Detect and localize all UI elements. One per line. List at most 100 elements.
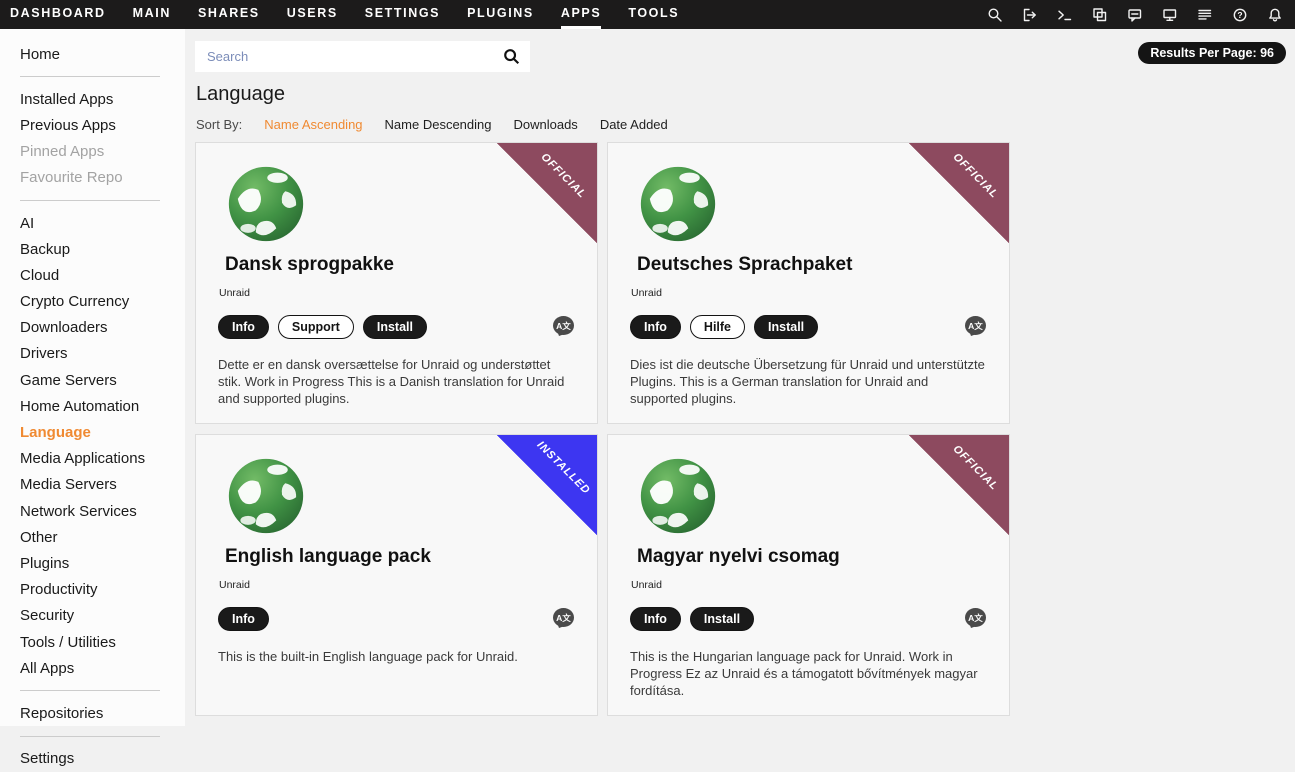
- sidebar-item-pinned-apps[interactable]: Pinned Apps: [20, 139, 185, 165]
- sort-option-name-descending[interactable]: Name Descending: [385, 117, 492, 132]
- results-per-page-badge[interactable]: Results Per Page: 96: [1138, 42, 1286, 64]
- sidebar-divider: [20, 690, 160, 691]
- install-button[interactable]: Install: [690, 607, 754, 631]
- app-title: English language pack: [225, 546, 575, 568]
- top-nav-menu: DASHBOARD MAIN SHARES USERS SETTINGS PLUGINS A…: [10, 0, 679, 29]
- app-card-grid: OFFICIAL Dansk sprogpakke Unraid Info Suppor…: [195, 142, 1010, 716]
- sidebar-item-repositories[interactable]: Repositories: [20, 700, 185, 726]
- info-button[interactable]: Info: [218, 315, 269, 339]
- sidebar-item-media-servers[interactable]: Media Servers: [20, 472, 185, 498]
- sidebar-item-ai[interactable]: AI: [20, 210, 185, 236]
- globe-icon: [637, 455, 719, 537]
- sidebar-item-crypto-currency[interactable]: Crypto Currency: [20, 289, 185, 315]
- sidebar-divider: [20, 200, 160, 201]
- sort-bar: Sort By: Name AscendingName DescendingDo…: [196, 117, 668, 132]
- sidebar-item-home[interactable]: Home: [20, 41, 185, 67]
- sidebar-item-security[interactable]: Security: [20, 603, 185, 629]
- support-button[interactable]: Support: [278, 315, 354, 339]
- app-description: Dies ist die deutsche Übersetzung für Un…: [630, 356, 987, 407]
- nav-tab-shares[interactable]: SHARES: [198, 0, 260, 29]
- sidebar-item-downloaders[interactable]: Downloaders: [20, 315, 185, 341]
- info-button[interactable]: Info: [218, 607, 269, 631]
- sidebar-item-backup[interactable]: Backup: [20, 236, 185, 262]
- search-icon[interactable]: [503, 48, 520, 65]
- sidebar-divider: [20, 736, 160, 737]
- app-author: Unraid: [219, 287, 575, 299]
- search-input[interactable]: [205, 48, 503, 65]
- app-title: Dansk sprogpakke: [225, 254, 575, 276]
- globe-icon: [637, 163, 719, 245]
- feedback-icon[interactable]: [1127, 7, 1143, 23]
- sidebar-divider: [20, 76, 160, 77]
- install-button[interactable]: Install: [363, 315, 427, 339]
- monitor-icon[interactable]: [1162, 7, 1178, 23]
- app-card-magyar-nyelvi-csomag: OFFICIALMagyar nyelvi csomagUnraidInfoIn…: [607, 434, 1010, 716]
- search-box[interactable]: [195, 41, 530, 72]
- sidebar-item-all-apps[interactable]: All Apps: [20, 655, 185, 681]
- notifications-icon[interactable]: [1267, 7, 1283, 23]
- nav-tab-dashboard[interactable]: DASHBOARD: [10, 0, 106, 29]
- top-nav: DASHBOARD MAIN SHARES USERS SETTINGS PLUGINS A…: [0, 0, 1295, 29]
- card-actions: Info Support Install A文: [218, 315, 575, 339]
- nav-tab-settings[interactable]: SETTINGS: [365, 0, 440, 29]
- sidebar-item-media-applications[interactable]: Media Applications: [20, 446, 185, 472]
- sort-option-name-ascending[interactable]: Name Ascending: [264, 117, 362, 132]
- sidebar-item-language[interactable]: Language: [20, 419, 185, 445]
- sidebar-item-settings[interactable]: Settings: [20, 746, 185, 772]
- sidebar-item-other[interactable]: Other: [20, 524, 185, 550]
- sidebar-item-tools-utilities[interactable]: Tools / Utilities: [20, 629, 185, 655]
- terminal-icon[interactable]: [1057, 7, 1073, 23]
- log-icon[interactable]: [1197, 7, 1213, 23]
- info-button[interactable]: Info: [630, 315, 681, 339]
- sidebar-item-installed-apps[interactable]: Installed Apps: [20, 86, 185, 112]
- help-icon[interactable]: ?: [1232, 7, 1248, 23]
- nav-tab-apps[interactable]: APPS: [561, 0, 601, 29]
- nav-tab-main[interactable]: MAIN: [133, 0, 171, 29]
- top-nav-icons: ?: [987, 7, 1283, 23]
- ribbon-official: OFFICIAL: [909, 143, 1009, 243]
- sidebar-item-game-servers[interactable]: Game Servers: [20, 367, 185, 393]
- sort-option-date-added[interactable]: Date Added: [600, 117, 668, 132]
- install-button[interactable]: Install: [754, 315, 818, 339]
- info-button[interactable]: Info: [630, 607, 681, 631]
- app-author: Unraid: [631, 287, 987, 299]
- app-description: Dette er en dansk oversættelse for Unrai…: [218, 356, 575, 407]
- globe-icon: [225, 163, 307, 245]
- app-author: Unraid: [631, 579, 987, 591]
- ribbon-official: OFFICIAL: [909, 435, 1009, 535]
- sort-options: Name Ascending Name Descending Downloads Da…: [264, 117, 668, 132]
- search-icon[interactable]: [987, 7, 1003, 23]
- nav-tab-tools[interactable]: TOOLS: [628, 0, 679, 29]
- app-card-deutsches-sprachpaket: OFFICIAL Deutsches Sprachpaket Unraid Info H…: [607, 142, 1010, 424]
- sidebar-item-productivity[interactable]: Productivity: [20, 577, 185, 603]
- hilfe-button[interactable]: Hilfe: [690, 315, 745, 339]
- page-title: Language: [196, 83, 285, 106]
- nav-tab-users[interactable]: USERS: [287, 0, 338, 29]
- sidebar-item-home-automation[interactable]: Home Automation: [20, 393, 185, 419]
- sort-option-downloads[interactable]: Downloads: [513, 117, 577, 132]
- ribbon-official: OFFICIAL: [497, 143, 597, 243]
- translate-icon[interactable]: A文: [965, 608, 987, 630]
- app-title: Magyar nyelvi csomag: [637, 546, 987, 568]
- globe-icon: [225, 455, 307, 537]
- copy-icon[interactable]: [1092, 7, 1108, 23]
- sidebar: Home Installed AppsPrevious AppsPinned Ap…: [0, 29, 185, 726]
- translate-icon[interactable]: A文: [553, 316, 575, 338]
- app-title: Deutsches Sprachpaket: [637, 254, 987, 276]
- sidebar-item-cloud[interactable]: Cloud: [20, 262, 185, 288]
- card-actions: Info Hilfe Install A文: [630, 315, 987, 339]
- main-content: Results Per Page: 96 Language Sort By: N…: [195, 29, 1295, 726]
- app-author: Unraid: [219, 579, 575, 591]
- card-actions: Info Install A文: [630, 607, 987, 631]
- sidebar-item-plugins[interactable]: Plugins: [20, 550, 185, 576]
- sidebar-item-previous-apps[interactable]: Previous Apps: [20, 112, 185, 138]
- nav-tab-plugins[interactable]: PLUGINS: [467, 0, 534, 29]
- sidebar-item-drivers[interactable]: Drivers: [20, 341, 185, 367]
- app-card-dansk-sprogpakke: OFFICIAL Dansk sprogpakke Unraid Info Suppor…: [195, 142, 598, 424]
- sidebar-item-favourite-repo[interactable]: Favourite Repo: [20, 165, 185, 191]
- translate-icon[interactable]: A文: [553, 608, 575, 630]
- translate-icon[interactable]: A文: [965, 316, 987, 338]
- logout-icon[interactable]: [1022, 7, 1038, 23]
- sidebar-item-network-services[interactable]: Network Services: [20, 498, 185, 524]
- ribbon-installed: INSTALLED: [497, 435, 597, 535]
